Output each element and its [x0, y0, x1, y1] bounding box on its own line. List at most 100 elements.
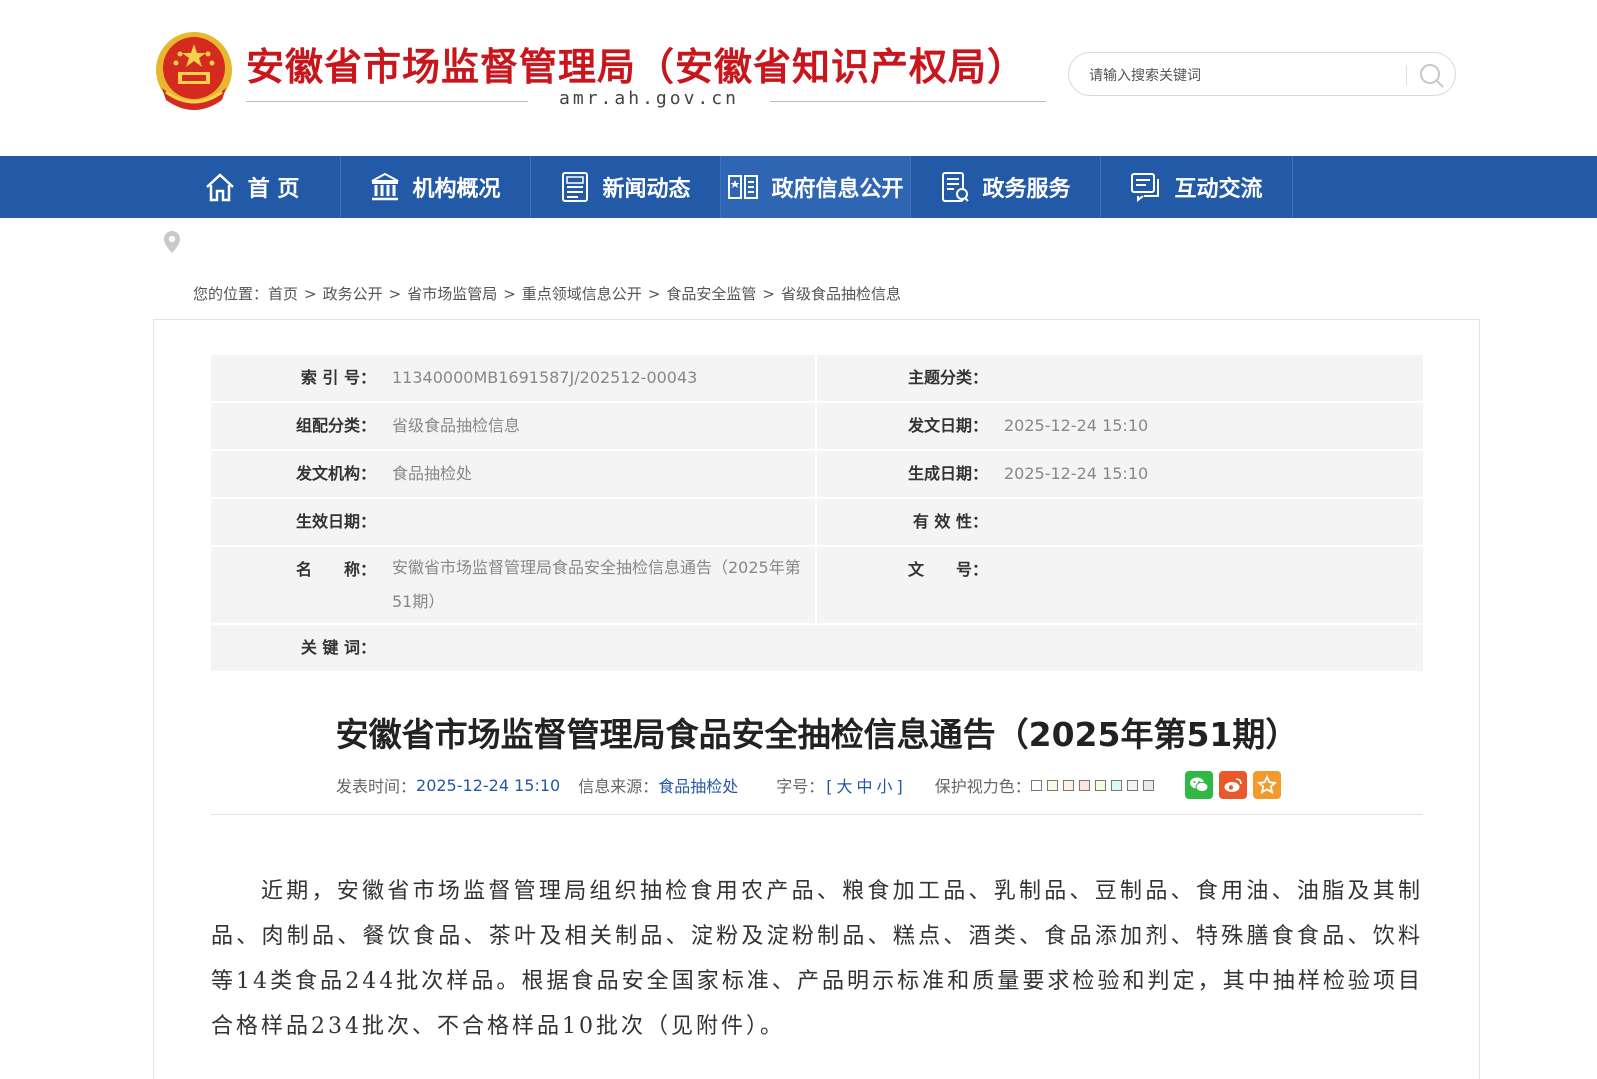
created-date-label: 生成日期：: [816, 450, 998, 499]
breadcrumb-separator: >: [304, 285, 317, 303]
site-header: 安徽省市场监督管理局（安徽省知识产权局） amr.ah.gov.cn: [0, 0, 1597, 156]
service-doc-icon: [942, 172, 970, 202]
topic-label: 主题分类：: [816, 355, 998, 403]
metadata-row: 组配分类： 省级食品抽检信息 发文日期： 2025-12-24 15:10: [211, 402, 1423, 451]
nav-item-label: 政务服务: [982, 177, 1071, 202]
validity-value: [998, 498, 1423, 547]
effective-date-value: [386, 498, 817, 547]
eye-care-swatch[interactable]: [1142, 779, 1154, 791]
breadcrumb-food-safety[interactable]: 食品安全监管: [666, 285, 756, 303]
breadcrumb-home[interactable]: 首页: [268, 285, 298, 303]
search-button[interactable]: [1416, 61, 1446, 89]
metadata-row: 名 称： 安徽省市场监督管理局食品安全抽检信息通告（2025年第51期） 文 号…: [211, 546, 1423, 625]
agency-label: 发文机构：: [211, 450, 386, 499]
issue-date-value: 2025-12-24 15:10: [998, 402, 1423, 451]
breadcrumb-separator: >: [647, 285, 661, 303]
nav-item-interaction[interactable]: 互动交流: [1101, 156, 1293, 218]
source-value[interactable]: 食品抽检处: [658, 773, 738, 797]
nav-item-label: 机构概况: [412, 177, 501, 202]
metadata-row: 发文机构： 食品抽检处 生成日期： 2025-12-24 15:10: [211, 450, 1423, 499]
nav-item-home[interactable]: 首 页: [163, 156, 341, 218]
font-size-large-button[interactable]: 大: [837, 777, 853, 796]
domain-divider-right: [770, 101, 1046, 102]
nav-item-news[interactable]: 新闻动态: [531, 156, 721, 218]
keywords-value: [386, 624, 1423, 673]
eye-care-swatch[interactable]: [1078, 779, 1090, 791]
effective-date-label: 生效日期：: [211, 498, 386, 547]
search-box: [1068, 52, 1456, 96]
font-size-label: 字号：: [776, 777, 825, 796]
keywords-label: 关 键 词：: [211, 624, 386, 673]
eye-care-swatch[interactable]: [1046, 779, 1058, 791]
metadata-row: 关 键 词：: [211, 624, 1423, 673]
category-value: 省级食品抽检信息: [386, 402, 817, 451]
issue-date-label: 发文日期：: [816, 402, 998, 451]
eye-care-swatches: [1030, 776, 1159, 795]
share-weibo-button[interactable]: [1218, 771, 1247, 799]
name-value: 安徽省市场监督管理局食品安全抽检信息通告（2025年第51期）: [386, 546, 817, 625]
font-size-control: [大中小]: [824, 773, 905, 797]
breadcrumb-provincial-bureau[interactable]: 省市场监管局: [407, 285, 497, 303]
font-bracket-open: [: [826, 777, 833, 796]
site-domain: amr.ah.gov.cn: [559, 88, 739, 109]
font-size-small-button[interactable]: 小: [877, 777, 893, 796]
doc-no-label: 文 号：: [816, 546, 998, 625]
breadcrumb-gov-open[interactable]: 政务公开: [323, 285, 383, 303]
eye-care-label: 保护视力色：: [934, 777, 1031, 796]
national-emblem-icon[interactable]: [152, 30, 236, 114]
nav-item-label: 新闻动态: [602, 177, 691, 202]
agency-value: 食品抽检处: [386, 450, 817, 499]
search-input[interactable]: [1087, 63, 1391, 89]
nav-item-label: 首 页: [247, 177, 300, 202]
topic-value: [998, 355, 1423, 403]
breadcrumb-separator: >: [388, 285, 402, 303]
doc-no-value: [998, 546, 1423, 625]
chat-icon: [1131, 173, 1160, 202]
publish-time-label: 发表时间：: [336, 777, 417, 796]
main-nav: 首 页 机构概况 新闻动态 政府信息公开 政务服务 互动交流: [0, 156, 1597, 218]
eye-care-swatch[interactable]: [1110, 779, 1122, 791]
breadcrumb: 您的位置：首页 > 政务公开 > 省市场监管局 > 重点领域信息公开 > 食品安全监管 > 省级食品…: [193, 283, 901, 304]
article-title: 安徽省市场监督管理局食品安全抽检信息通告（2025年第51期）: [335, 715, 1299, 754]
open-book-icon: [728, 175, 759, 199]
breadcrumb-separator: >: [503, 285, 516, 303]
validity-label: 有 效 性：: [816, 498, 998, 547]
eye-care-swatch[interactable]: [1030, 779, 1042, 791]
index-no-label: 索 引 号：: [211, 355, 386, 403]
eye-care-swatch[interactable]: [1094, 779, 1106, 791]
font-size-medium-button[interactable]: 中: [857, 777, 873, 796]
metadata-table: 索 引 号： 11340000MB1691587J/202512-00043 主…: [211, 355, 1423, 673]
metadata-row: 生效日期： 有 效 性：: [211, 498, 1423, 547]
favorite-button[interactable]: [1252, 771, 1281, 799]
site-title[interactable]: 安徽省市场监督管理局（安徽省知识产权局）: [246, 36, 1026, 91]
breadcrumb-prefix: 您的位置：: [193, 285, 269, 303]
article-body: 近期，安徽省市场监督管理局组织抽检食用农产品、粮食加工品、乳制品、豆制品、食用油…: [211, 879, 1423, 1039]
breadcrumb-food-inspection[interactable]: 省级食品抽检信息: [781, 285, 901, 303]
nav-item-gov-info[interactable]: 政府信息公开: [721, 156, 911, 218]
search-divider: [1406, 65, 1407, 85]
weibo-icon: [1224, 778, 1242, 792]
nav-item-label: 互动交流: [1174, 177, 1263, 202]
location-pin-icon: [163, 230, 181, 258]
search-icon: [1420, 64, 1444, 88]
home-icon: [205, 173, 234, 202]
breadcrumb-key-areas[interactable]: 重点领域信息公开: [522, 285, 642, 303]
created-date-value: 2025-12-24 15:10: [998, 450, 1423, 499]
article-divider: [211, 814, 1423, 815]
index-no-value: 11340000MB1691587J/202512-00043: [386, 355, 817, 403]
share-wechat-button[interactable]: [1184, 771, 1213, 799]
eye-care-swatch[interactable]: [1062, 779, 1074, 791]
font-bracket-close: ]: [896, 777, 903, 796]
category-label: 组配分类：: [211, 402, 386, 451]
breadcrumb-separator: >: [762, 285, 775, 303]
source-label: 信息来源：: [578, 777, 659, 796]
domain-divider-left: [246, 101, 528, 102]
institution-icon: [372, 172, 399, 201]
nav-item-institution[interactable]: 机构概况: [341, 156, 531, 218]
publish-time-value: 2025-12-24 15:10: [416, 775, 561, 795]
nav-item-gov-service[interactable]: 政务服务: [911, 156, 1101, 218]
news-icon: [562, 172, 589, 202]
wechat-icon: [1189, 777, 1209, 793]
eye-care-swatch[interactable]: [1126, 779, 1138, 791]
metadata-row: 索 引 号： 11340000MB1691587J/202512-00043 主…: [211, 355, 1423, 403]
